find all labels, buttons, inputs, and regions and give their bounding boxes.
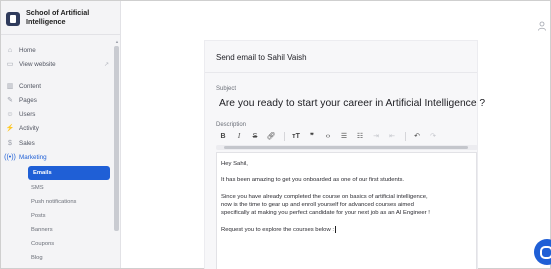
sidebar-item-label: Home — [19, 46, 36, 54]
sidebar-item-home[interactable]: ⌂ Home — [5, 44, 117, 56]
sidebar-item-activity[interactable]: ⚡ Activity — [5, 122, 117, 134]
sidebar-item-label: Marketing — [19, 153, 47, 161]
sidebar-item-sales[interactable]: $ Sales — [5, 137, 117, 149]
sidebar-subitem-blog[interactable]: Blog — [31, 252, 111, 264]
broadcast-icon: ((•)) — [4, 153, 16, 161]
panel-header: Send email to Sahil Vaish — [205, 41, 477, 73]
sidebar-subitem-coupons[interactable]: Coupons — [31, 238, 111, 250]
heading-icon[interactable]: тT — [289, 130, 303, 142]
sidebar-item-label: Activity — [19, 124, 39, 132]
toolbar-divider — [405, 131, 406, 141]
monitor-icon: ▭ — [6, 61, 14, 68]
editor-toolbar: B I S 🔗︎ тT ❞ ‹› ☰ ☷ ⇥ ⇤ ↶ ↷ — [216, 129, 478, 143]
sidebar: School of Artificial Intelligence ▲ ⌂ Ho… — [1, 1, 121, 268]
subject-input[interactable]: Are you ready to start your career in Ar… — [219, 98, 485, 109]
sidebar-subitem-label: Banners — [31, 227, 53, 233]
sidebar-subitem-emails[interactable]: Emails — [28, 166, 110, 180]
sidebar-subitem-sms[interactable]: SMS — [31, 182, 111, 194]
sidebar-subitem-push-notifications[interactable]: Push notifications — [31, 196, 111, 208]
user-account-icon[interactable] — [537, 21, 547, 31]
subject-label: Subject — [216, 86, 237, 92]
toolbar-horizontal-scrollbar[interactable] — [216, 145, 478, 150]
sidebar-subitem-label: Coupons — [31, 241, 55, 247]
editor-line: It has been amazing to get you onboarded… — [221, 177, 405, 183]
external-link-icon: ↗ — [103, 61, 109, 68]
editor-line: now is the time to gear up and enroll yo… — [221, 202, 414, 208]
sidebar-subitem-label: SMS — [31, 185, 44, 191]
description-label: Description — [216, 122, 247, 128]
editor-line: Request you to explore the courses below… — [221, 227, 334, 234]
brand[interactable]: School of Artificial Intelligence — [1, 1, 120, 35]
sidebar-item-label: View website — [19, 60, 56, 68]
numbered-list-icon[interactable]: ☷ — [353, 130, 367, 142]
columns-icon: ▥ — [6, 83, 14, 90]
text-caret — [334, 226, 336, 233]
undo-icon[interactable]: ↶ — [410, 130, 424, 142]
home-icon: ⌂ — [7, 46, 13, 54]
edit-icon: ✎ — [7, 97, 13, 104]
sidebar-item-users[interactable]: ☺ Users — [5, 108, 117, 120]
sidebar-subitem-label: Posts — [31, 213, 46, 219]
sidebar-item-label: Users — [19, 110, 36, 118]
italic-button[interactable]: I — [232, 130, 246, 142]
sidebar-subitem-label: Push notifications — [31, 199, 77, 205]
sidebar-item-view-website[interactable]: ▭ View website ↗ — [5, 58, 117, 70]
sidebar-subitem-banners[interactable]: Banners — [31, 224, 111, 236]
sidebar-item-label: Pages — [19, 96, 37, 104]
panel-title: Send email to Sahil Vaish — [216, 53, 307, 62]
dollar-icon: $ — [8, 139, 12, 147]
users-icon: ☺ — [6, 110, 14, 118]
sidebar-item-pages[interactable]: ✎ Pages — [5, 94, 117, 106]
sidebar-subitem-label: Blog — [31, 255, 43, 261]
send-email-panel: Send email to Sahil Vaish Subject Are yo… — [204, 40, 485, 269]
bulleted-list-icon[interactable]: ☰ — [337, 130, 351, 142]
code-icon[interactable]: ‹› — [321, 130, 335, 142]
bold-button[interactable]: B — [216, 130, 230, 142]
link-icon[interactable]: 🔗︎ — [264, 130, 278, 142]
brand-name: School of Artificial Intelligence — [26, 8, 90, 26]
editor-line: Since you have already completed the cou… — [221, 194, 428, 200]
editor-line-with-caret: Request you to explore the courses below… — [221, 226, 336, 234]
toolbar-divider — [284, 131, 285, 141]
editor-line: specifically at making you perfect candi… — [221, 210, 430, 216]
sidebar-subitem-posts[interactable]: Posts — [31, 210, 111, 222]
description-editor[interactable]: Hey Sahil, It has been amazing to get yo… — [216, 152, 477, 269]
redo-icon[interactable]: ↷ — [426, 130, 440, 142]
indent-icon[interactable]: ⇥ — [369, 130, 383, 142]
sidebar-item-marketing[interactable]: ((•)) Marketing — [4, 151, 117, 163]
strikethrough-button[interactable]: S — [248, 130, 262, 142]
outdent-icon[interactable]: ⇤ — [385, 130, 399, 142]
scrollbar-thumb[interactable] — [224, 146, 468, 149]
sidebar-subitem-label: Emails — [33, 170, 52, 176]
quote-icon[interactable]: ❞ — [305, 130, 319, 142]
school-logo-icon — [6, 12, 20, 26]
sidebar-item-label: Content — [19, 82, 42, 90]
editor-line: Hey Sahil, — [221, 161, 248, 167]
sidebar-item-content[interactable]: ▥ Content — [5, 80, 117, 92]
sidebar-item-label: Sales — [19, 139, 35, 147]
activity-icon: ⚡ — [5, 125, 15, 132]
